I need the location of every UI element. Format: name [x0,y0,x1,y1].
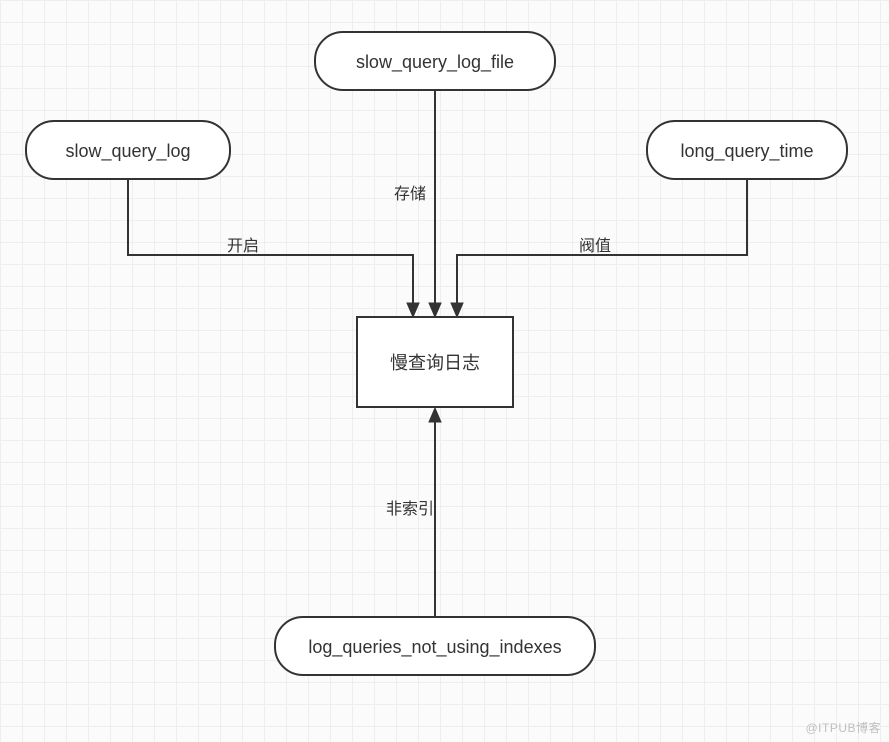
diagram-canvas: 开启 存储 阀值 非索引 slow_query_log slow_query_l… [0,0,889,742]
watermark: @ITPUB博客 [805,719,881,736]
diagram-svg: 开启 存储 阀值 非索引 slow_query_log slow_query_l… [0,0,889,742]
edge-label-threshold: 阀值 [579,237,611,255]
node-label-log-queries-not-using-indexes: log_queries_not_using_indexes [308,637,561,658]
edge-label-notindex: 非索引 [386,500,434,518]
arrowhead-enable [407,303,419,317]
edge-enable [128,179,413,305]
node-label-center: 慢查询日志 [390,353,480,373]
arrowhead-notindex [429,408,441,422]
node-label-slow-query-log-file: slow_query_log_file [356,52,514,73]
edge-label-storage: 存储 [394,185,426,203]
edge-label-enable: 开启 [227,237,259,255]
arrowhead-threshold [451,303,463,317]
node-label-slow-query-log: slow_query_log [65,141,190,162]
arrowhead-storage [429,303,441,317]
node-label-long-query-time: long_query_time [680,141,813,162]
